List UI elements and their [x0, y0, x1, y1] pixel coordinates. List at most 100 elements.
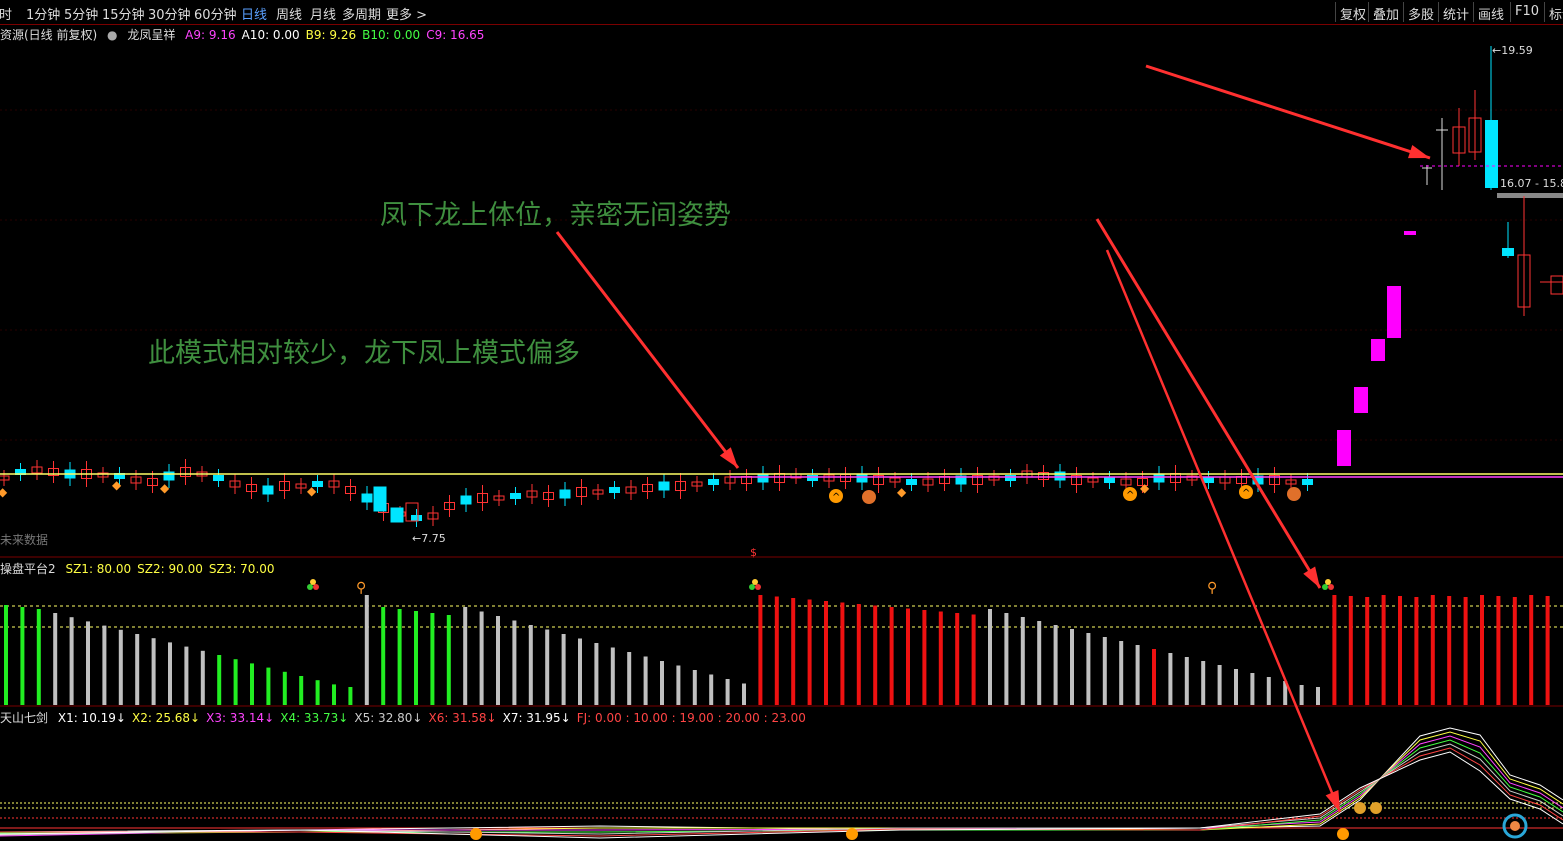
- candle-body: [658, 481, 670, 491]
- indicator-bar: [364, 595, 369, 705]
- indicator-bar: [1348, 596, 1353, 705]
- annotation-arrow-line: [555, 231, 740, 469]
- indicator-bar: [348, 687, 353, 705]
- indicator-bar: [1250, 673, 1255, 705]
- cluster-icon: [1325, 579, 1331, 585]
- indicator-bar: [988, 609, 992, 705]
- indicator-bar: [168, 642, 172, 705]
- candle-body: [1104, 477, 1115, 483]
- indicator-bar: [1430, 595, 1435, 705]
- indicator-bar: [4, 605, 8, 705]
- indicator-bar: [266, 667, 271, 705]
- indicator-bar: [463, 607, 468, 705]
- candle-body: [1302, 479, 1313, 485]
- indicator-bar: [643, 656, 648, 705]
- indicator-bar: [1316, 687, 1320, 705]
- high-price-label: ←19.59: [1492, 44, 1533, 57]
- diamond-icon: ◆: [897, 485, 907, 499]
- indicator-bar: [299, 676, 304, 705]
- candle-body: [708, 479, 719, 485]
- indicator-bar: [135, 634, 140, 705]
- price-range-bar: [1497, 193, 1563, 198]
- indicator-bar: [1070, 629, 1074, 705]
- indicator-bar: [250, 663, 254, 705]
- indicator-bar: [692, 670, 697, 705]
- indicator-bar: [1234, 669, 1238, 705]
- indicator-bar: [889, 607, 894, 705]
- indicator-bar: [53, 613, 58, 705]
- smile-icon: [470, 828, 482, 840]
- indicator-bar: [758, 595, 763, 705]
- indicator-bar: [1020, 617, 1025, 705]
- candle-body: [1550, 275, 1563, 295]
- indicator-bar: [922, 610, 927, 705]
- indicator-line: [0, 747, 1563, 837]
- indicator-bar: [1102, 637, 1107, 705]
- candle-body: [1153, 473, 1165, 483]
- indicator-bar: [1447, 596, 1452, 705]
- candle-body: [262, 485, 274, 495]
- candle-body: [757, 473, 769, 483]
- candle-body: [163, 471, 175, 481]
- diamond-icon: ◆: [307, 484, 317, 498]
- annotation-arrow-head: [719, 447, 738, 468]
- indicator-bar: [1299, 685, 1304, 705]
- indicator-bar: [217, 655, 222, 705]
- indicator-bar: [676, 665, 681, 705]
- indicator-bar: [1512, 597, 1517, 705]
- indicator-bar: [315, 680, 320, 705]
- candle-body: [460, 495, 472, 505]
- indicator-bar: [69, 617, 74, 705]
- candle-body: [510, 493, 521, 499]
- money-bag-icon: [1354, 802, 1366, 814]
- indicator-bar: [1184, 657, 1189, 705]
- indicator-bar: [1086, 633, 1091, 705]
- indicator-bar: [151, 638, 156, 705]
- annotation-arrow-line: [1145, 64, 1431, 160]
- breakout-candle: [1404, 231, 1416, 235]
- face-icon: [862, 490, 876, 504]
- watermark-logo-icon: [1510, 821, 1520, 831]
- indicator-bar: [1037, 621, 1042, 705]
- kline-chart-canvas[interactable]: ←7.75 ←19.59 16.07 - 15.8 ◆ ◆ ◆ ◆ ◆ ◆ ^ ^ ^ $ ⚲ ⚲: [0, 0, 1563, 841]
- indicator-bar: [1381, 595, 1386, 705]
- cluster-icon: [1328, 584, 1334, 590]
- indicator-bar: [1332, 595, 1337, 705]
- candle-body: [1502, 248, 1514, 256]
- indicator-bar: [233, 659, 238, 705]
- indicator-bar: [774, 596, 779, 705]
- indicator-bar: [36, 609, 41, 705]
- indicator-bar: [627, 652, 632, 705]
- indicator-bar: [594, 643, 599, 705]
- diamond-icon: ◆: [112, 478, 122, 492]
- candle-body: [906, 479, 917, 485]
- indicator-bar: [397, 609, 402, 705]
- indicator-bar: [381, 607, 386, 705]
- cluster-icon: [313, 584, 319, 590]
- cluster-icon: [749, 584, 755, 590]
- indicator-bar: [955, 613, 960, 705]
- breakout-candle: [1387, 286, 1401, 338]
- annotation-arrow-head: [1303, 566, 1320, 588]
- indicator-bar: [742, 683, 746, 705]
- indicator-bar: [578, 638, 582, 705]
- diamond-icon: ◆: [160, 481, 170, 495]
- indicator-bar: [1463, 597, 1468, 705]
- cluster-icon: [1322, 584, 1328, 590]
- dollar-marker: $: [750, 546, 757, 559]
- indicator-bar: [906, 608, 910, 705]
- indicator-bar: [282, 671, 287, 705]
- indicator-bar: [1496, 596, 1501, 705]
- diamond-icon: ◆: [1140, 481, 1150, 495]
- indicator-bar: [479, 611, 484, 705]
- annotation-arrow-line: [1095, 218, 1322, 589]
- cluster-icon: [307, 584, 313, 590]
- indicator-bar: [496, 616, 500, 705]
- face-icon: [1287, 487, 1301, 501]
- indicator-bar: [709, 674, 714, 705]
- indicator-bar: [856, 604, 861, 705]
- indicator-bar: [332, 684, 336, 705]
- candle-body: [1054, 471, 1066, 481]
- indicator-bar: [446, 615, 451, 705]
- runner-icon: ⚲: [1207, 580, 1217, 596]
